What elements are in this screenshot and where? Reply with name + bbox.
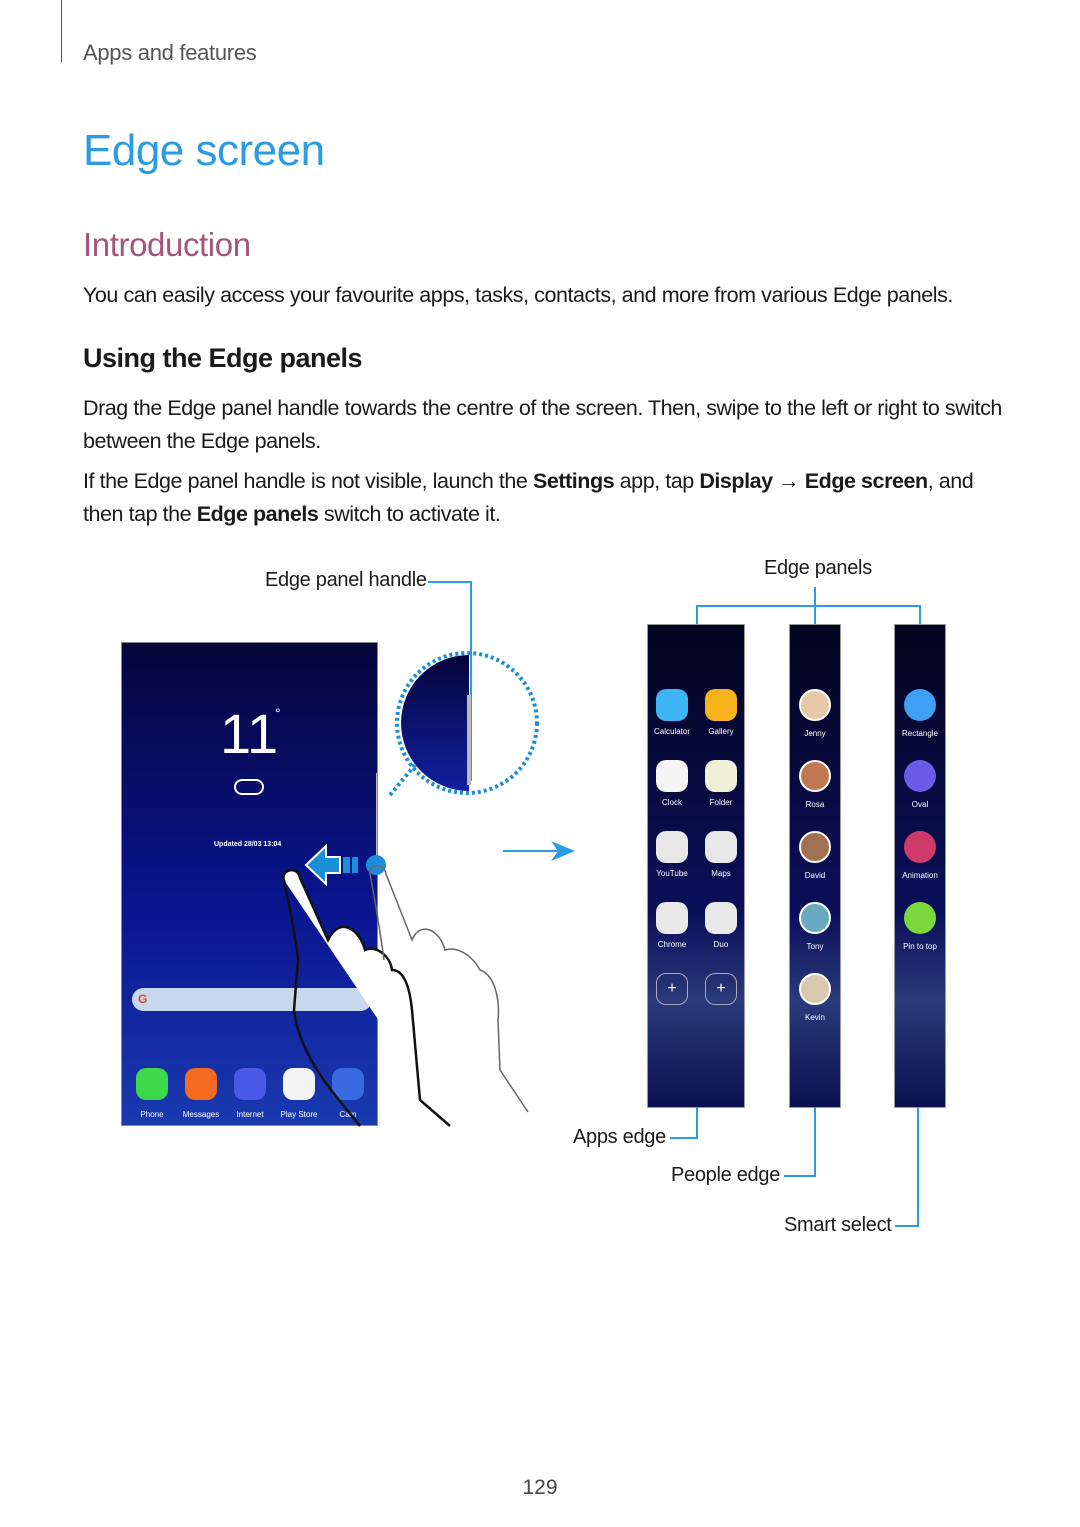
smart-select-rectangle-icon[interactable] <box>904 689 936 721</box>
display-term: Display <box>699 469 773 493</box>
using-paragraph-2: If the Edge panel handle is not visible,… <box>83 465 1013 531</box>
app-calculator-icon[interactable] <box>656 689 688 721</box>
icon-label: Clock <box>661 798 683 807</box>
smart-select-oval-icon[interactable] <box>904 760 936 792</box>
edge-screen-term: Edge screen <box>804 469 928 493</box>
icon-label: Phone <box>140 1110 164 1119</box>
app-chrome-icon[interactable] <box>656 902 688 934</box>
contact-tony-avatar[interactable] <box>799 902 831 934</box>
icon-label: Tony <box>806 942 824 951</box>
icon-label: Rosa <box>805 800 825 809</box>
smart-select-pin-to-top-icon[interactable] <box>904 902 936 934</box>
right-arrow-icon <box>503 841 575 861</box>
app-clock-icon[interactable] <box>656 760 688 792</box>
introduction-heading: Introduction <box>83 226 251 263</box>
leader-line <box>670 1137 698 1139</box>
label-people-edge: People edge <box>671 1164 781 1186</box>
apps-edge-panel: Calculator Gallery Clock Folder YouTube Maps C… <box>647 624 745 1108</box>
app-youtube-icon[interactable] <box>656 831 688 863</box>
temperature: 11 <box>220 702 279 765</box>
app-maps-icon[interactable] <box>705 831 737 863</box>
icon-label: Jenny <box>804 729 826 738</box>
degree-symbol: ° <box>275 705 281 721</box>
icon-label: Chrome <box>657 940 687 949</box>
leader-line <box>784 1175 816 1177</box>
app-folder-icon[interactable] <box>705 760 737 792</box>
weather-updated: Updated 28/03 13:04 <box>214 841 282 848</box>
introduction-text: You can easily access your favourite app… <box>83 283 953 307</box>
page-number: 129 <box>522 1476 558 1499</box>
icon-label: Pin to top <box>903 942 937 951</box>
bracket-line <box>696 605 698 624</box>
label-edge-panel-handle: Edge panel handle <box>265 569 427 591</box>
label-apps-edge: Apps edge <box>573 1126 666 1148</box>
label-smart-select: Smart select <box>784 1214 892 1236</box>
leader-line <box>428 581 472 583</box>
dock-app-phone[interactable] <box>136 1068 168 1100</box>
text: app, tap <box>614 469 700 493</box>
using-paragraph-1: Drag the Edge panel handle towards the c… <box>83 396 1002 453</box>
header-divider <box>61 0 62 62</box>
icon-label: Internet <box>236 1110 264 1119</box>
contact-jenny-avatar[interactable] <box>799 689 831 721</box>
icon-label: Gallery <box>708 727 734 736</box>
magnified-handle-callout <box>388 651 539 797</box>
text: switch to activate it. <box>318 502 501 526</box>
add-app-button[interactable]: + <box>705 973 737 1005</box>
using-heading: Using the Edge panels <box>83 343 363 373</box>
leader-line <box>814 1107 816 1177</box>
icon-label: Oval <box>911 800 929 809</box>
icon-label: David <box>804 871 826 880</box>
edge-panels-term: Edge panels <box>196 502 319 526</box>
arrow: → <box>772 469 805 493</box>
smart-select-panel: Rectangle Oval Animation Pin to top <box>894 624 946 1108</box>
google-g-icon: G <box>138 992 148 1006</box>
section-header: Apps and features <box>83 40 257 65</box>
smart-select-animation-icon[interactable] <box>904 831 936 863</box>
icon-label: Calculator <box>653 727 691 736</box>
icon-label: Maps <box>711 869 731 878</box>
icon-label: Rectangle <box>901 729 939 738</box>
text: If the Edge panel handle is not visible,… <box>83 469 533 493</box>
leader-line <box>696 1107 698 1139</box>
dock-app-messages[interactable] <box>185 1068 217 1100</box>
hand-illustration <box>282 865 529 1127</box>
leader-line <box>917 1107 919 1227</box>
app-duo-icon[interactable] <box>705 902 737 934</box>
contact-david-avatar[interactable] <box>799 831 831 863</box>
app-gallery-icon[interactable] <box>705 689 737 721</box>
page-title: Edge screen <box>83 126 325 175</box>
icon-label: Animation <box>902 871 938 880</box>
edge-panel-handle[interactable] <box>376 773 377 863</box>
bracket-line <box>919 605 921 624</box>
people-edge-panel: Jenny Rosa David Tony Kevin <box>789 624 841 1108</box>
add-app-button[interactable]: + <box>656 973 688 1005</box>
contact-kevin-avatar[interactable] <box>799 973 831 1005</box>
dock-app-internet[interactable] <box>234 1068 266 1100</box>
cloud-icon <box>234 779 264 795</box>
bracket-line <box>696 605 921 607</box>
icon-label: Duo <box>713 940 729 949</box>
label-edge-panels: Edge panels <box>764 557 872 579</box>
icon-label: Folder <box>709 798 733 807</box>
contact-rosa-avatar[interactable] <box>799 760 831 792</box>
icon-label: Kevin <box>804 1013 826 1022</box>
leader-line <box>895 1225 919 1227</box>
icon-label: YouTube <box>656 869 688 878</box>
icon-label: Messages <box>182 1110 220 1119</box>
settings-term: Settings <box>532 469 615 493</box>
